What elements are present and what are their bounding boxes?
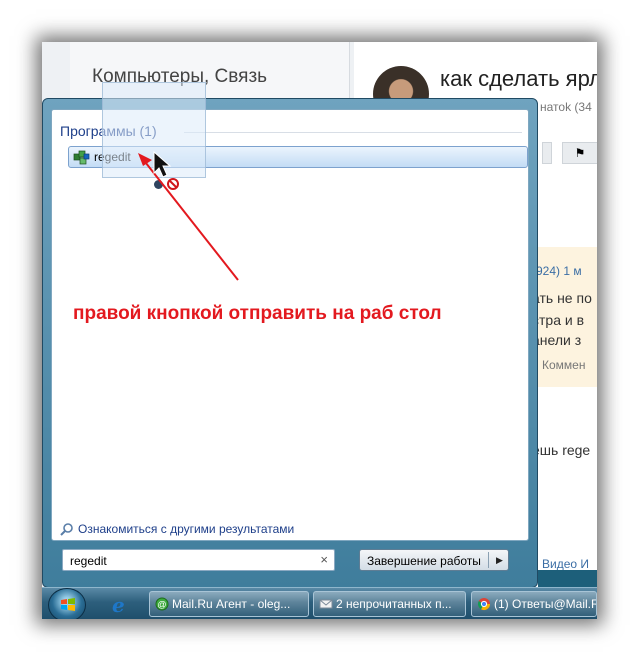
svg-text:@: @ bbox=[157, 600, 166, 610]
start-button[interactable] bbox=[48, 588, 86, 619]
chrome-icon bbox=[477, 598, 490, 611]
envelope-icon bbox=[319, 599, 333, 609]
taskbar-item-chrome[interactable]: (1) Ответы@Mail.R bbox=[471, 591, 597, 617]
taskbar-item-label: (1) Ответы@Mail.R bbox=[494, 597, 597, 611]
internet-explorer-icon[interactable]: e bbox=[112, 593, 125, 617]
taskbar-item-mailru-agent[interactable]: @ Mail.Ru Агент - oleg... bbox=[149, 591, 309, 617]
annotation-text: правой кнопкой отправить на раб стол bbox=[73, 303, 442, 324]
no-drop-icon bbox=[167, 178, 179, 190]
taskbar-item-label: 2 непрочитанных п... bbox=[336, 597, 452, 611]
annotation-arrowhead bbox=[138, 153, 152, 166]
taskbar-item-mail[interactable]: 2 непрочитанных п... bbox=[313, 591, 466, 617]
annotation-arrow bbox=[141, 157, 239, 281]
screenshot-frame: Компьютеры, Связь как сделать ярл натоk … bbox=[42, 42, 597, 619]
taskbar-item-label: Mail.Ru Агент - oleg... bbox=[172, 597, 291, 611]
annotation-overlay bbox=[138, 150, 239, 281]
mailru-agent-icon: @ bbox=[155, 597, 169, 611]
windows-logo-icon bbox=[61, 598, 75, 611]
mouse-cursor-icon bbox=[153, 150, 172, 178]
taskbar: e @ Mail.Ru Агент - oleg... 2 непрочитан… bbox=[42, 587, 597, 619]
